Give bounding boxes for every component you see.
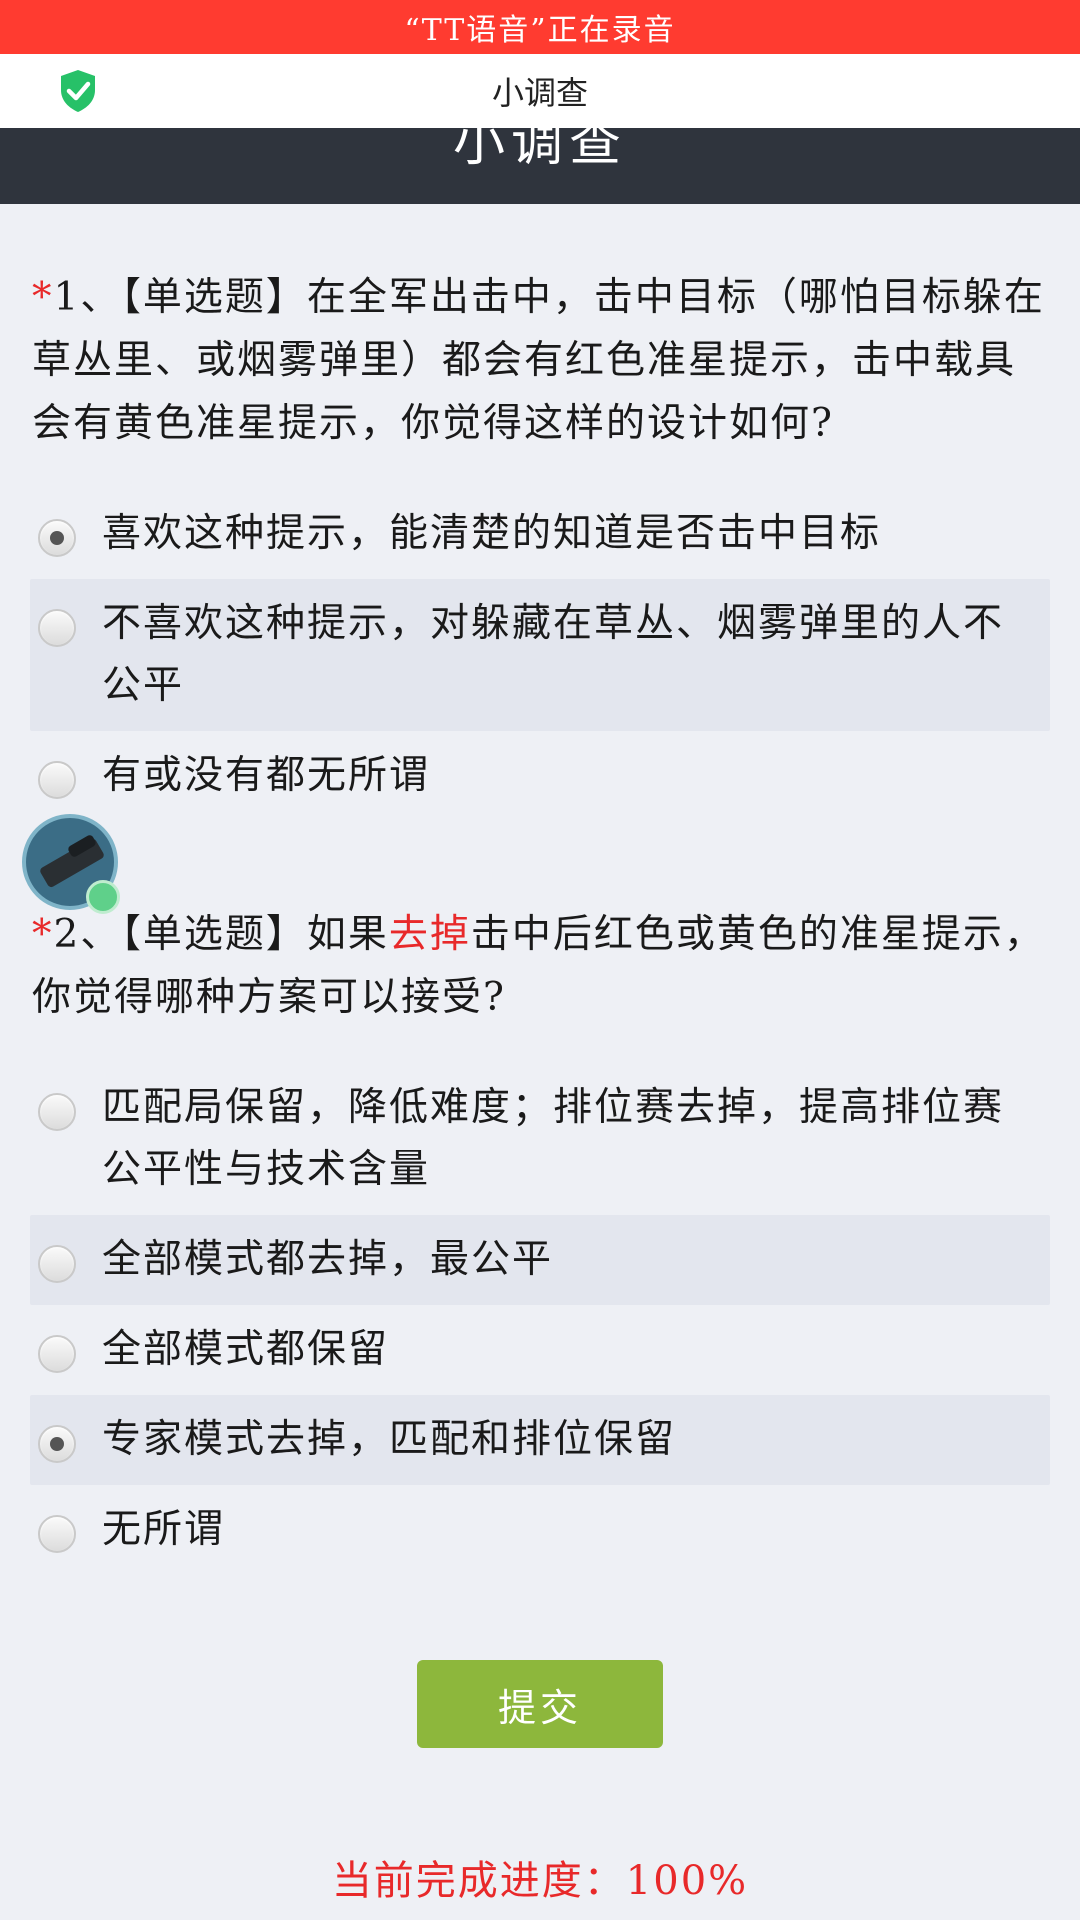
- option-label: 不喜欢这种提示，对躲藏在草丛、烟雾弹里的人不公平: [102, 601, 1005, 708]
- option-keep-all[interactable]: 全部模式都保留: [30, 1305, 1050, 1395]
- question-2: *2、【单选题】如果去掉击中后红色或黄色的准星提示，你觉得哪种方案可以接受?: [32, 903, 1050, 1029]
- question-text: 1、【单选题】在全军出击中，击中目标（哪怕目标躲在草丛里、或烟雾弹里）都会有红色…: [32, 275, 1045, 446]
- question-1-options: 喜欢这种提示，能清楚的知道是否击中目标 不喜欢这种提示，对躲藏在草丛、烟雾弹里的…: [30, 489, 1050, 821]
- recording-text: “TT语音”正在录音: [404, 13, 676, 48]
- option-dont-care[interactable]: 无所谓: [30, 1485, 1050, 1575]
- online-status-icon: [86, 880, 120, 914]
- option-like-hint[interactable]: 喜欢这种提示，能清楚的知道是否击中目标: [30, 489, 1050, 579]
- radio-checked-icon[interactable]: [38, 1425, 76, 1463]
- option-label: 全部模式都保留: [102, 1327, 390, 1372]
- option-match-keep-rank-remove[interactable]: 匹配局保留，降低难度；排位赛去掉，提高排位赛公平性与技术含量: [30, 1063, 1050, 1215]
- question-2-options: 匹配局保留，降低难度；排位赛去掉，提高排位赛公平性与技术含量 全部模式都去掉，最…: [30, 1063, 1050, 1575]
- radio-checked-icon[interactable]: [38, 519, 76, 557]
- option-label: 有或没有都无所谓: [102, 753, 431, 798]
- progress-text: 当前完成进度：100%: [331, 1858, 749, 1904]
- radio-unchecked-icon[interactable]: [38, 1093, 76, 1131]
- question-text-before: 2、【单选题】如果: [53, 912, 389, 957]
- required-mark: *: [32, 912, 54, 957]
- option-dont-care[interactable]: 有或没有都无所谓: [30, 731, 1050, 821]
- option-label: 全部模式都去掉，最公平: [102, 1237, 554, 1282]
- radio-unchecked-icon[interactable]: [38, 1515, 76, 1553]
- submit-area: 提交: [0, 1660, 1080, 1748]
- submit-button[interactable]: 提交: [417, 1660, 663, 1748]
- option-label: 专家模式去掉，匹配和排位保留: [102, 1417, 677, 1462]
- question-1: *1、【单选题】在全军出击中，击中目标（哪怕目标躲在草丛里、或烟雾弹里）都会有红…: [32, 266, 1050, 455]
- page-header: 小调查: [0, 128, 1080, 204]
- nav-title: 小调查: [491, 74, 588, 112]
- option-label: 匹配局保留，降低难度；排位赛去掉，提高排位赛公平性与技术含量: [102, 1085, 1005, 1192]
- shield-check-icon: [58, 68, 98, 114]
- nav-bar: 小调查: [0, 54, 1080, 128]
- question-emphasis: 去掉: [388, 912, 471, 957]
- radio-unchecked-icon[interactable]: [38, 609, 76, 647]
- radio-unchecked-icon[interactable]: [38, 761, 76, 799]
- radio-unchecked-icon[interactable]: [38, 1245, 76, 1283]
- option-remove-all[interactable]: 全部模式都去掉，最公平: [30, 1215, 1050, 1305]
- recording-indicator-bar[interactable]: “TT语音”正在录音: [0, 0, 1080, 54]
- radio-unchecked-icon[interactable]: [38, 1335, 76, 1373]
- option-dislike-hint[interactable]: 不喜欢这种提示，对躲藏在草丛、烟雾弹里的人不公平: [30, 579, 1050, 731]
- option-label: 无所谓: [102, 1507, 226, 1552]
- survey-content: *1、【单选题】在全军出击中，击中目标（哪怕目标躲在草丛里、或烟雾弹里）都会有红…: [30, 266, 1050, 1575]
- required-mark: *: [32, 275, 54, 320]
- page-title: 小调查: [452, 128, 627, 173]
- option-label: 喜欢这种提示，能清楚的知道是否击中目标: [102, 511, 882, 556]
- option-expert-remove[interactable]: 专家模式去掉，匹配和排位保留: [30, 1395, 1050, 1485]
